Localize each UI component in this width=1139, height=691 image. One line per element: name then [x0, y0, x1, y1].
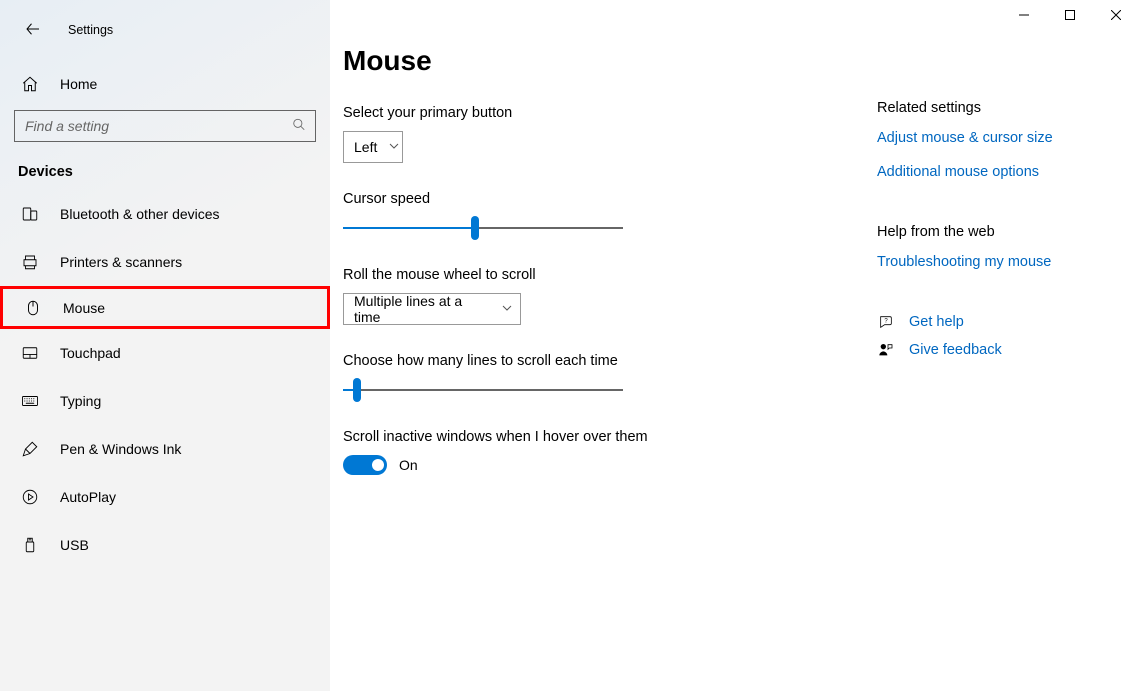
- primary-button-dropdown[interactable]: Left: [343, 131, 403, 163]
- app-name: Settings: [68, 23, 113, 37]
- home-icon: [18, 75, 42, 93]
- usb-icon: [18, 536, 42, 554]
- scroll-mode-dropdown[interactable]: Multiple lines at a time: [343, 293, 521, 325]
- pen-icon: [18, 440, 42, 458]
- cursor-speed-label: Cursor speed: [343, 191, 853, 207]
- svg-text:?: ?: [884, 319, 888, 325]
- window-maximize-button[interactable]: [1047, 0, 1093, 30]
- scroll-mode-value: Multiple lines at a time: [354, 293, 490, 325]
- sidebar-item-touchpad[interactable]: Touchpad: [0, 329, 330, 377]
- get-help-link[interactable]: ? Get help: [877, 314, 1107, 330]
- link-adjust-mouse-size[interactable]: Adjust mouse & cursor size: [877, 130, 1107, 146]
- printer-icon: [18, 253, 42, 271]
- touchpad-icon: [18, 344, 42, 362]
- feedback-icon: [877, 342, 895, 358]
- sidebar-item-printers[interactable]: Printers & scanners: [0, 238, 330, 286]
- sidebar-item-label: USB: [60, 537, 89, 553]
- sidebar-item-label: Touchpad: [60, 345, 121, 361]
- chevron-down-icon: [389, 141, 399, 154]
- sidebar-item-pen[interactable]: Pen & Windows Ink: [0, 425, 330, 473]
- sidebar-item-label: Bluetooth & other devices: [60, 206, 220, 222]
- inactive-scroll-state: On: [399, 457, 418, 473]
- inactive-scroll-label: Scroll inactive windows when I hover ove…: [343, 429, 853, 445]
- window-minimize-button[interactable]: [1001, 0, 1047, 30]
- primary-button-value: Left: [354, 139, 377, 155]
- link-additional-mouse-options[interactable]: Additional mouse options: [877, 164, 1107, 180]
- sidebar-item-label: Typing: [60, 393, 101, 409]
- scroll-mode-label: Roll the mouse wheel to scroll: [343, 267, 853, 283]
- chevron-down-icon: [502, 303, 512, 316]
- sidebar-item-label: AutoPlay: [60, 489, 116, 505]
- search-input[interactable]: [14, 110, 316, 142]
- give-feedback-link[interactable]: Give feedback: [877, 342, 1107, 358]
- keyboard-icon: [18, 392, 42, 410]
- scroll-lines-slider[interactable]: [343, 379, 623, 401]
- sidebar-home[interactable]: Home: [0, 64, 330, 104]
- sidebar-item-label: Pen & Windows Ink: [60, 441, 181, 457]
- cursor-speed-slider[interactable]: [343, 217, 623, 239]
- autoplay-icon: [18, 488, 42, 506]
- get-help-label: Get help: [909, 314, 964, 330]
- related-heading: Related settings: [877, 100, 1107, 116]
- sidebar-item-bluetooth[interactable]: Bluetooth & other devices: [0, 190, 330, 238]
- sidebar-item-label: Printers & scanners: [60, 254, 182, 270]
- inactive-scroll-toggle[interactable]: [343, 455, 387, 475]
- link-troubleshoot-mouse[interactable]: Troubleshooting my mouse: [877, 254, 1107, 270]
- sidebar-item-usb[interactable]: USB: [0, 521, 330, 569]
- help-heading: Help from the web: [877, 224, 1107, 240]
- sidebar-item-typing[interactable]: Typing: [0, 377, 330, 425]
- bluetooth-devices-icon: [18, 205, 42, 223]
- search-icon: [292, 118, 306, 135]
- mouse-icon: [21, 299, 45, 317]
- help-icon: ?: [877, 314, 895, 330]
- give-feedback-label: Give feedback: [909, 342, 1002, 358]
- sidebar-category: Devices: [0, 142, 330, 190]
- page-title: Mouse: [343, 45, 853, 77]
- back-icon[interactable]: [24, 20, 42, 41]
- sidebar-item-label: Mouse: [63, 300, 105, 316]
- sidebar-home-label: Home: [60, 76, 97, 92]
- window-close-button[interactable]: [1093, 0, 1139, 30]
- scroll-lines-label: Choose how many lines to scroll each tim…: [343, 353, 853, 369]
- sidebar-item-autoplay[interactable]: AutoPlay: [0, 473, 330, 521]
- sidebar-item-mouse[interactable]: Mouse: [0, 286, 330, 329]
- primary-button-label: Select your primary button: [343, 105, 853, 121]
